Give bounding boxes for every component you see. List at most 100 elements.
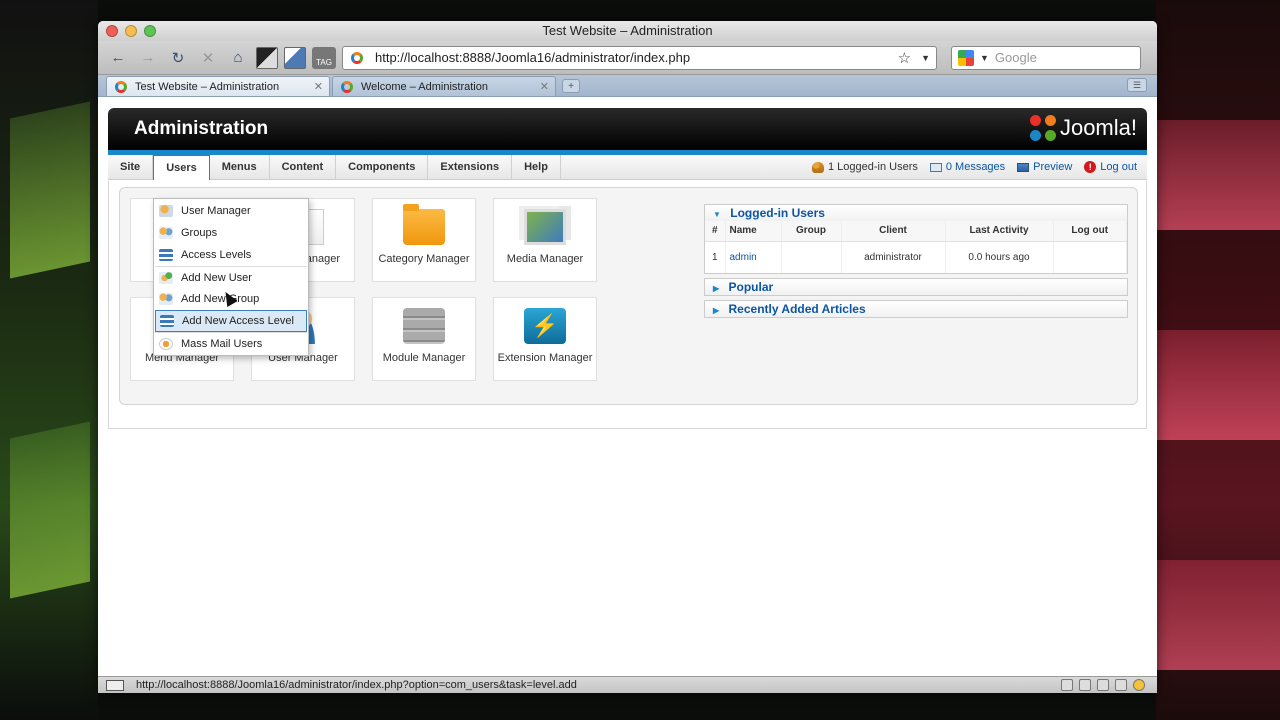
- search-field[interactable]: ▼ Google: [951, 45, 1141, 70]
- quickicon-label: Extension Manager: [497, 352, 593, 364]
- quickicon-category-manager[interactable]: Category Manager: [372, 198, 476, 282]
- menu-item-add-new-access-level[interactable]: Add New Access Level: [155, 310, 307, 332]
- access-levels-icon: [159, 249, 173, 261]
- menu-users[interactable]: Users: [153, 154, 210, 180]
- quickicon-extension-manager[interactable]: ⚡ Extension Manager: [493, 297, 597, 381]
- browser-toolbar: ← → ↻ ✕ ⌂ TAG http://localhost:8888/Joom…: [98, 41, 1157, 75]
- home-icon: ⌂: [233, 49, 243, 66]
- search-engine-dropdown-icon[interactable]: ▼: [980, 53, 989, 63]
- addon-screen-icon[interactable]: [1061, 679, 1073, 691]
- menu-content[interactable]: Content: [270, 154, 337, 180]
- tab-list-icon: ☰: [1132, 79, 1142, 90]
- addon-mail-icon[interactable]: [1097, 679, 1109, 691]
- menu-menus[interactable]: Menus: [210, 154, 270, 180]
- status-link-icon: [106, 679, 124, 691]
- tab-test-website-administration[interactable]: Test Website – Administration ✕: [106, 76, 330, 96]
- menu-item-access-levels[interactable]: Access Levels: [155, 244, 307, 266]
- back-button[interactable]: ←: [106, 47, 130, 69]
- recent-articles-panel: ▶ Recently Added Articles: [704, 300, 1128, 318]
- menu-item-mass-mail-users[interactable]: Mass Mail Users: [155, 332, 307, 354]
- menu-help[interactable]: Help: [512, 154, 561, 180]
- user-name-link[interactable]: admin: [725, 241, 782, 273]
- preview-label: Preview: [1033, 161, 1073, 173]
- media-icon: [524, 209, 566, 245]
- addon-firebug-icon[interactable]: [1133, 679, 1145, 691]
- joomla-favicon-icon: [339, 79, 355, 95]
- joomla-favicon-icon: [349, 50, 365, 66]
- messages-label: 0 Messages: [945, 161, 1006, 173]
- address-bar[interactable]: http://localhost:8888/Joomla16/administr…: [342, 45, 937, 70]
- popular-panel-header[interactable]: ▶ Popular: [705, 279, 1127, 295]
- logged-in-users-panel-header[interactable]: ▼ Logged-in Users: [705, 205, 1127, 221]
- menu-item-groups[interactable]: Groups: [155, 222, 307, 244]
- stop-button[interactable]: ✕: [196, 47, 220, 69]
- stop-icon: ✕: [201, 49, 215, 67]
- list-all-tabs-button[interactable]: ☰: [1127, 78, 1147, 92]
- popular-panel: ▶ Popular: [704, 278, 1128, 296]
- menu-site[interactable]: Site: [108, 154, 154, 180]
- row-number: 1: [705, 241, 726, 273]
- bookmarklet-blue-icon[interactable]: [284, 46, 306, 69]
- users-icon: [811, 161, 824, 173]
- column-header-group: Group: [781, 221, 842, 242]
- folder-icon: [403, 204, 445, 245]
- user-last-activity: 0.0 hours ago: [945, 241, 1054, 273]
- minimize-window-button[interactable]: [125, 25, 137, 37]
- tab-welcome-administration[interactable]: Welcome – Administration ✕: [332, 76, 556, 96]
- menu-item-add-new-user[interactable]: Add New User: [155, 266, 307, 288]
- logged-in-users-status: 1 Logged-in Users: [811, 161, 918, 173]
- new-tab-button[interactable]: +: [562, 79, 580, 93]
- column-header-logout: Log out: [1053, 221, 1127, 242]
- mass-mail-icon: [159, 337, 173, 350]
- logout-label: Log out: [1100, 161, 1137, 173]
- page-title: Administration: [134, 118, 269, 139]
- close-window-button[interactable]: [106, 25, 118, 37]
- messages-link[interactable]: 0 Messages: [929, 161, 1006, 173]
- users-dropdown-menu: User Manager Groups Access Levels Add Ne…: [153, 198, 309, 356]
- cpanel-modules: ▼ Logged-in Users # Name Group Client La…: [704, 204, 1128, 322]
- menu-item-label: Access Levels: [181, 249, 252, 261]
- menu-components[interactable]: Components: [336, 154, 429, 180]
- tag-button[interactable]: TAG: [312, 46, 336, 69]
- page-content: Administration Joomla! Site Users Menus …: [98, 98, 1157, 681]
- background-stripe: [1156, 330, 1280, 440]
- google-search-engine-icon[interactable]: [958, 49, 974, 66]
- panel-title: Recently Added Articles: [728, 302, 866, 316]
- panel-title: Popular: [728, 280, 774, 294]
- panel-title: Logged-in Users: [730, 206, 825, 220]
- quickicon-media-manager[interactable]: Media Manager: [493, 198, 597, 282]
- addon-grid-icon[interactable]: [1079, 679, 1091, 691]
- close-tab-icon[interactable]: ✕: [314, 80, 323, 93]
- column-header-client: Client: [841, 221, 946, 242]
- forward-arrow-icon: →: [140, 49, 156, 66]
- desktop-background-left: [0, 0, 98, 720]
- background-stripe: [1156, 120, 1280, 230]
- recent-articles-panel-header[interactable]: ▶ Recently Added Articles: [705, 301, 1127, 317]
- logout-icon: !: [1084, 161, 1097, 173]
- joomla-logo-icon: [1029, 115, 1056, 141]
- zoom-window-button[interactable]: [144, 25, 156, 37]
- quickicon-module-manager[interactable]: Module Manager: [372, 297, 476, 381]
- menu-item-user-manager[interactable]: User Manager: [155, 200, 307, 222]
- home-button[interactable]: ⌂: [226, 47, 250, 69]
- joomla-favicon-icon: [113, 79, 129, 95]
- admin-header: Administration Joomla!: [108, 108, 1147, 150]
- reload-icon: ↻: [171, 49, 185, 67]
- bookmarklet-dark-icon[interactable]: [256, 46, 278, 69]
- expanded-triangle-icon: ▼: [713, 210, 721, 219]
- preview-link[interactable]: Preview: [1017, 161, 1072, 173]
- menu-extensions[interactable]: Extensions: [428, 154, 513, 180]
- background-stripe: [10, 101, 90, 279]
- addon-gear-icon[interactable]: [1115, 679, 1127, 691]
- groups-icon: [159, 227, 173, 239]
- status-url: http://localhost:8888/Joomla16/administr…: [136, 679, 577, 691]
- bookmark-star-icon[interactable]: ☆: [898, 49, 911, 67]
- reload-button[interactable]: ↻: [166, 47, 190, 69]
- browser-status-bar: http://localhost:8888/Joomla16/administr…: [98, 676, 1157, 693]
- close-tab-icon[interactable]: ✕: [540, 80, 549, 93]
- logout-link[interactable]: ! Log out: [1084, 161, 1137, 173]
- url-history-dropdown-icon[interactable]: ▼: [921, 53, 930, 63]
- joomla-logo: Joomla!: [1029, 115, 1137, 141]
- user-client: administrator: [841, 241, 946, 273]
- forward-button[interactable]: →: [136, 47, 160, 69]
